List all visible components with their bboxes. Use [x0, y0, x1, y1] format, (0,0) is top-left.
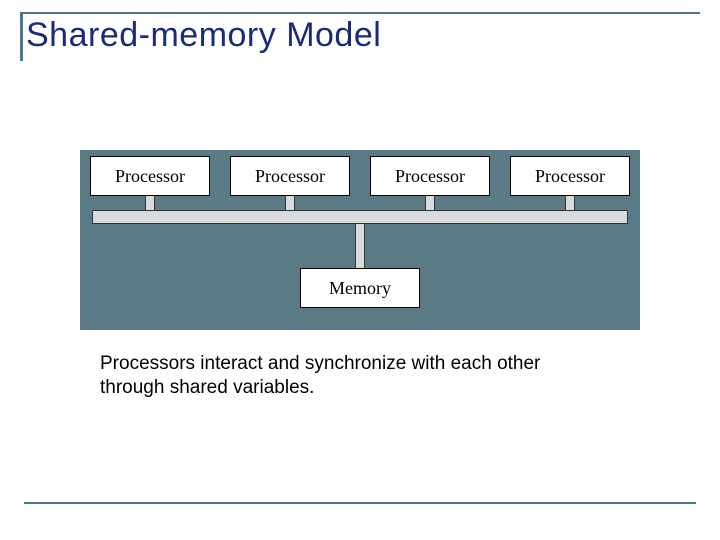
connector-3 — [425, 196, 435, 210]
slide-title: Shared-memory Model — [20, 16, 700, 55]
processor-row: Processor Processor Processor Processor — [80, 156, 640, 196]
title-vertical-bar — [20, 12, 23, 61]
caption-text: Processors interact and synchronize with… — [100, 352, 600, 400]
connector-4 — [565, 196, 575, 210]
processor-box-4: Processor — [510, 156, 630, 196]
bottom-rule — [24, 502, 696, 504]
bus-bar — [92, 210, 628, 224]
processor-box-1: Processor — [90, 156, 210, 196]
title-block: Shared-memory Model — [20, 12, 700, 55]
diagram-area: Processor Processor Processor Processor … — [80, 150, 640, 330]
top-rule — [20, 12, 700, 14]
connector-1 — [145, 196, 155, 210]
memory-box: Memory — [300, 268, 420, 308]
processor-box-2: Processor — [230, 156, 350, 196]
processor-box-3: Processor — [370, 156, 490, 196]
connector-memory — [355, 224, 365, 268]
connector-2 — [285, 196, 295, 210]
